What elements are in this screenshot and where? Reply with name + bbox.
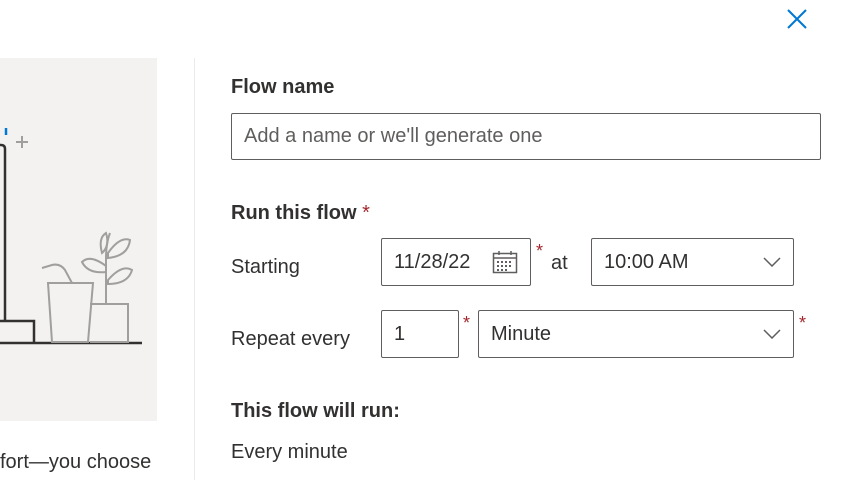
start-time-value: 10:00 AM — [604, 250, 689, 273]
start-date-value: 11/28/22 — [394, 250, 471, 273]
flow-will-run-heading: This flow will run: — [231, 400, 400, 422]
schedule-flow-dialog: fort—you choose Flow name Run this flow … — [0, 0, 841, 480]
chevron-down-icon — [763, 329, 781, 339]
chevron-down-icon — [763, 257, 781, 267]
illustration-caption: fort—you choose — [0, 451, 152, 473]
flow-schedule-summary: Every minute — [231, 441, 348, 463]
scheduled-flow-illustration — [0, 128, 142, 345]
repeat-interval-input[interactable] — [381, 310, 459, 358]
repeat-every-label: Repeat every — [231, 328, 350, 350]
illustration-panel — [0, 58, 157, 421]
panel-divider — [194, 58, 195, 480]
run-this-flow-text: Run this flow — [231, 202, 357, 224]
start-date-picker[interactable]: 11/28/22 — [381, 238, 531, 286]
repeat-unit-dropdown[interactable]: Minute — [478, 310, 794, 358]
repeat-unit-value: Minute — [491, 322, 552, 345]
flow-name-label: Flow name — [231, 76, 335, 98]
interval-required-indicator: * — [463, 313, 471, 333]
flow-name-input[interactable] — [231, 113, 821, 160]
at-label: at — [551, 252, 568, 274]
close-icon — [787, 9, 807, 29]
starting-label: Starting — [231, 256, 300, 278]
close-button[interactable] — [781, 3, 813, 35]
start-time-dropdown[interactable]: 10:00 AM — [591, 238, 794, 286]
date-required-indicator: * — [536, 241, 544, 261]
calendar-icon[interactable] — [492, 250, 518, 274]
required-indicator: * — [362, 202, 370, 224]
unit-required-indicator: * — [799, 313, 807, 333]
run-this-flow-label: Run this flow * — [231, 201, 370, 225]
